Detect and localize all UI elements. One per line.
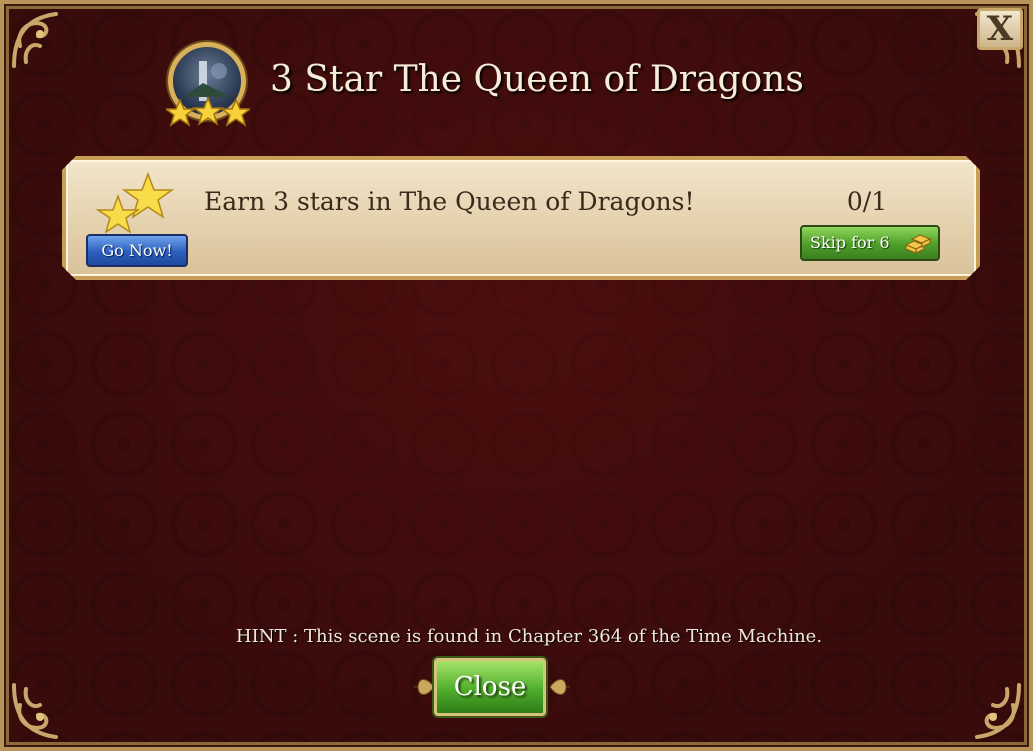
close-x-button[interactable]: X <box>977 8 1023 50</box>
corner-ornament-icon <box>957 675 1027 745</box>
corner-ornament-icon <box>6 6 76 76</box>
hint-text: HINT : This scene is found in Chapter 36… <box>235 626 823 647</box>
close-button[interactable]: Close <box>434 658 546 716</box>
task-description: Earn 3 stars in The Queen of Dragons! <box>204 187 695 216</box>
stars-icon <box>95 172 175 234</box>
corner-ornament-icon <box>6 675 76 745</box>
task-progress: 0/1 <box>846 187 888 216</box>
dialog-title: 3 Star The Queen of Dragons <box>270 59 804 100</box>
close-button-group: Close <box>414 656 570 720</box>
dialog-frame: X 3 Star The Queen of Dragons Go Now! Ea… <box>0 0 1033 751</box>
leaf-ornament-icon <box>414 679 435 695</box>
leaf-ornament-icon <box>549 679 570 695</box>
skip-label: Skip for 6 <box>810 233 890 252</box>
three-stars-icon <box>166 96 250 127</box>
skip-button[interactable]: Skip for 6 <box>800 225 940 261</box>
go-now-button[interactable]: Go Now! <box>86 234 188 267</box>
scene-badge <box>166 42 250 132</box>
gold-bars-icon <box>904 234 932 254</box>
